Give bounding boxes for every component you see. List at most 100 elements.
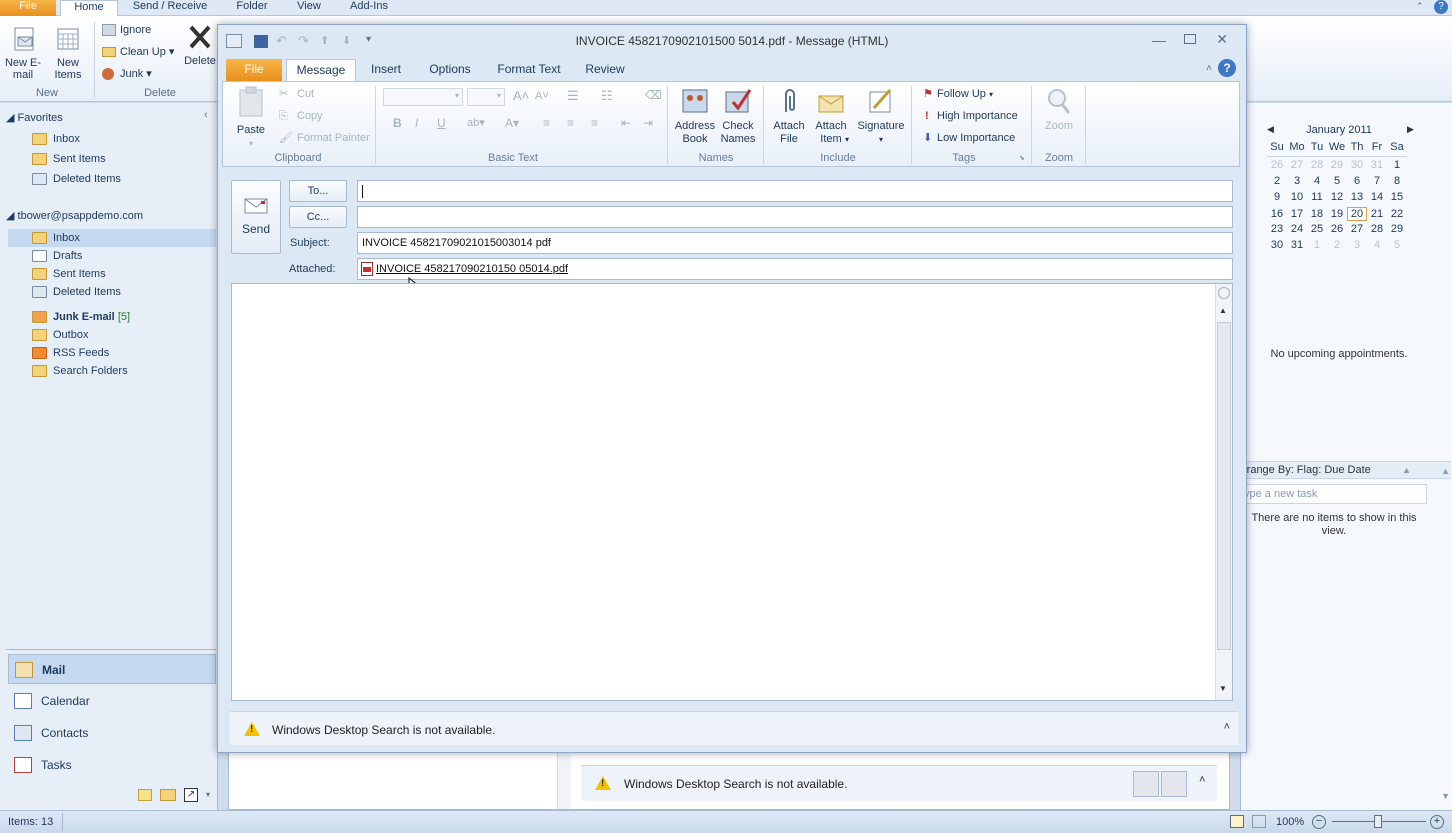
calendar-day[interactable]: 26	[1267, 159, 1287, 171]
follow-up-button[interactable]: ⚑ Follow Up ▾	[921, 86, 993, 103]
sort-icon[interactable]: ▲	[1402, 462, 1411, 478]
calendar-day[interactable]: 5	[1327, 175, 1347, 187]
new-task-input[interactable]: ype a new task	[1241, 484, 1427, 504]
tab-home[interactable]: Home	[60, 0, 118, 16]
tab-file[interactable]: File	[0, 0, 56, 16]
tab-folder[interactable]: Folder	[226, 0, 278, 16]
message-tab-insert[interactable]: Insert	[362, 59, 410, 81]
font-name-dropdown[interactable]: ▾	[383, 88, 463, 106]
folder-rss-feeds[interactable]: RSS Feeds	[30, 344, 216, 362]
calendar-day[interactable]: 18	[1307, 208, 1327, 220]
scroll-down-arrow[interactable]: ▼	[1441, 791, 1450, 801]
calendar-day[interactable]: 13	[1347, 191, 1367, 203]
calendar-day[interactable]: 14	[1367, 191, 1387, 203]
bullets-icon[interactable]: ☰	[567, 88, 579, 104]
zoom-out-icon[interactable]: −	[1312, 815, 1326, 829]
scroll-up-arrow[interactable]: ▲	[1219, 306, 1227, 315]
attachment-link[interactable]: INVOICE 458217090210150 05014.pdf	[376, 259, 568, 279]
configure-buttons-icon[interactable]: ▾	[206, 790, 210, 799]
increase-indent-icon[interactable]: ⇥	[643, 116, 653, 130]
calendar-day[interactable]: 19	[1327, 208, 1347, 220]
calendar-day[interactable]: 29	[1387, 223, 1407, 235]
calendar-day[interactable]: 31	[1287, 239, 1307, 251]
highlight-icon[interactable]: ab▾	[467, 116, 485, 129]
calendar-day[interactable]: 8	[1387, 175, 1407, 187]
message-tab-file[interactable]: File	[226, 59, 282, 81]
calendar-day[interactable]: 25	[1307, 223, 1327, 235]
ruler-toggle-icon[interactable]	[1218, 287, 1230, 299]
zoom-in-icon[interactable]: +	[1430, 815, 1444, 829]
scroll-down-arrow[interactable]: ▼	[1219, 684, 1227, 693]
clear-formatting-icon[interactable]: ⌫	[645, 88, 662, 102]
shortcuts-icon[interactable]: ↗	[184, 788, 198, 802]
calendar-day[interactable]: 28	[1367, 223, 1387, 235]
decrease-indent-icon[interactable]: ⇤	[621, 116, 631, 130]
subject-field[interactable]: INVOICE 45821709021015003014 pdf	[357, 232, 1233, 254]
calendar-day[interactable]: 1	[1307, 239, 1327, 251]
minimize-window-icon[interactable]: —	[1152, 32, 1166, 48]
calendar-day[interactable]: 31	[1367, 159, 1387, 171]
folder-deleted-items[interactable]: Deleted Items	[30, 283, 216, 301]
calendar-day[interactable]: 17	[1287, 208, 1307, 220]
calendar-day[interactable]: 3	[1287, 175, 1307, 187]
align-right-icon[interactable]: ≡	[591, 116, 598, 130]
favorite-inbox[interactable]: Inbox	[30, 130, 216, 148]
format-painter-button[interactable]: 🖌 Format Painter	[277, 130, 370, 146]
calendar-day[interactable]: 7	[1367, 175, 1387, 187]
send-button[interactable]: Send	[231, 180, 281, 254]
body-scrollbar[interactable]: ▲ ▼	[1215, 284, 1232, 700]
calendar-day[interactable]: 27	[1347, 223, 1367, 235]
expand-people-pane-icon[interactable]: ˄	[1199, 774, 1205, 786]
new-items-button[interactable]: New Items	[48, 24, 88, 81]
calendar-day[interactable]: 21	[1367, 208, 1387, 220]
list-scrollbar[interactable]	[557, 753, 571, 809]
minimize-ribbon-icon[interactable]: ⌃	[1416, 1, 1426, 11]
cc-button[interactable]: Cc...	[289, 206, 347, 228]
high-importance-button[interactable]: ! High Importance	[921, 108, 1018, 124]
copy-button[interactable]: ⎘ Copy	[277, 108, 323, 124]
favorite-deleted-items[interactable]: Deleted Items	[30, 170, 216, 188]
folder-drafts[interactable]: Drafts	[30, 247, 216, 265]
favorites-header[interactable]: ◢ Favorites	[6, 111, 63, 124]
signature-button[interactable]: Signature ▾	[855, 86, 907, 146]
nav-contacts[interactable]: Contacts	[8, 718, 216, 748]
attach-file-button[interactable]: Attach File	[769, 86, 809, 146]
scroll-thumb[interactable]	[1217, 322, 1231, 650]
nav-tasks[interactable]: Tasks	[8, 750, 216, 780]
calendar-day[interactable]: 15	[1387, 191, 1407, 203]
help-icon[interactable]: ?	[1218, 59, 1236, 77]
notes-icon[interactable]	[138, 789, 152, 801]
cut-button[interactable]: ✂ Cut	[277, 86, 314, 102]
calendar-day[interactable]: 12	[1327, 191, 1347, 203]
calendar-day[interactable]: 3	[1347, 239, 1367, 251]
zoom-button[interactable]: Zoom	[1037, 86, 1081, 133]
tab-add-ins[interactable]: Add-Ins	[340, 0, 398, 16]
message-tab-options[interactable]: Options	[422, 59, 478, 81]
calendar-day[interactable]: 20	[1347, 207, 1367, 221]
calendar-day[interactable]: 5	[1387, 239, 1407, 251]
cc-field[interactable]	[357, 206, 1233, 228]
numbering-icon[interactable]: ☷	[601, 88, 613, 104]
account-header[interactable]: ◢ tbower@psappdemo.com	[6, 209, 143, 222]
check-names-button[interactable]: Check Names	[717, 86, 759, 146]
folder-outbox[interactable]: Outbox	[30, 326, 216, 344]
ignore-button[interactable]: Ignore	[100, 21, 151, 39]
clean-up-button[interactable]: Clean Up ▾	[100, 43, 174, 61]
address-book-button[interactable]: Address Book	[673, 86, 717, 146]
normal-view-icon[interactable]	[1230, 815, 1244, 828]
grow-font-icon[interactable]: A˄	[513, 88, 529, 103]
calendar-day[interactable]: 10	[1287, 191, 1307, 203]
calendar-day[interactable]: 4	[1307, 175, 1327, 187]
align-left-icon[interactable]: ≡	[543, 116, 550, 130]
italic-icon[interactable]: I	[415, 116, 418, 130]
help-icon[interactable]: ?	[1434, 0, 1448, 14]
favorite-sent-items[interactable]: Sent Items	[30, 150, 216, 168]
folder-sent-items[interactable]: Sent Items	[30, 265, 216, 283]
next-month-icon[interactable]: ▶	[1407, 124, 1414, 135]
tab-send-receive[interactable]: Send / Receive	[130, 0, 210, 16]
message-tab-format-text[interactable]: Format Text	[490, 59, 568, 81]
paste-button[interactable]: Paste ▾	[233, 86, 269, 150]
folder-junk-email[interactable]: Junk E-mail [5]	[30, 308, 216, 326]
delete-button[interactable]: Delete	[182, 22, 218, 67]
attach-item-button[interactable]: Attach Item ▾	[811, 86, 851, 146]
